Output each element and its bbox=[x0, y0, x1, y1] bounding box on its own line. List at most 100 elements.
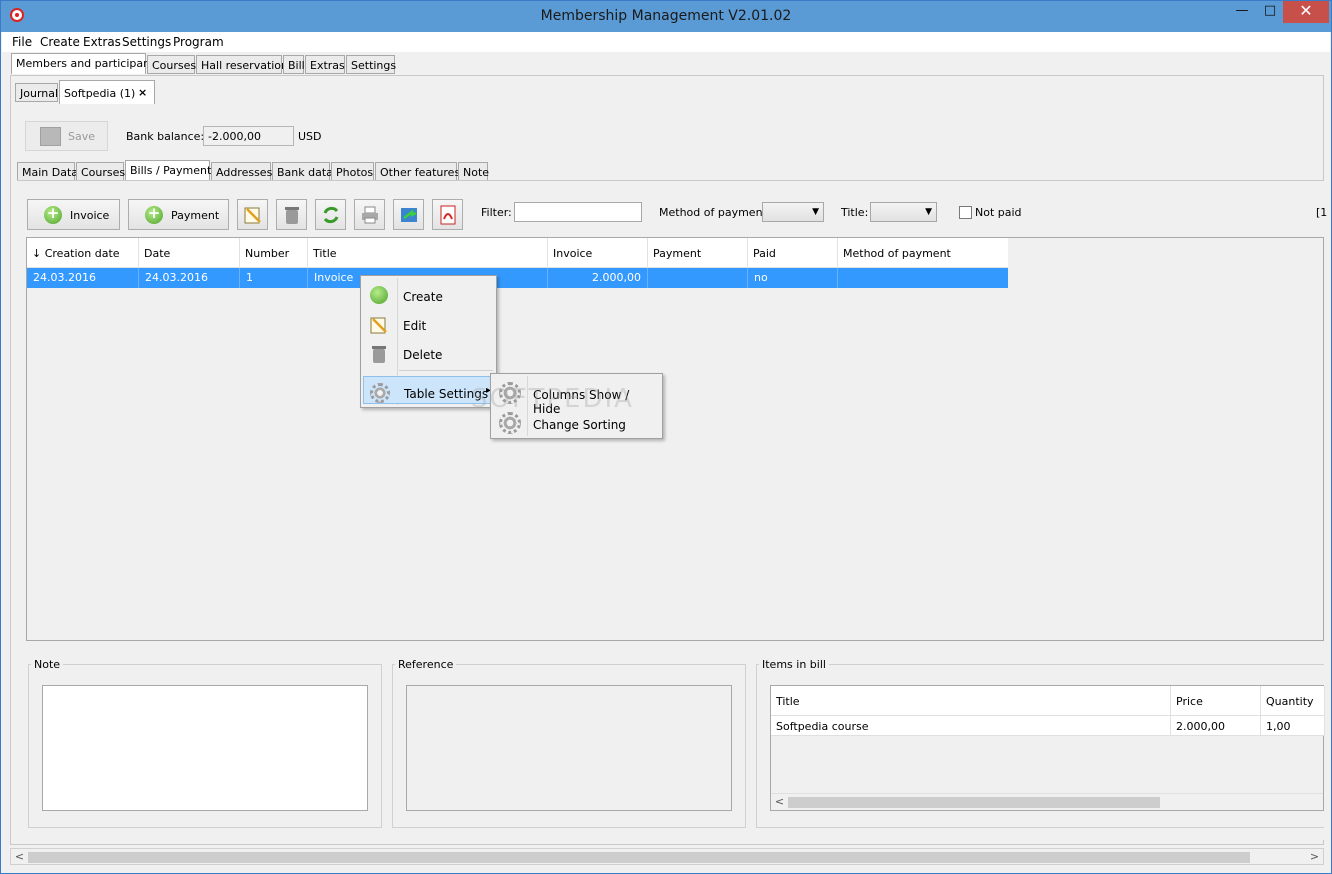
not-paid-label: Not paid bbox=[975, 206, 1022, 219]
tab-detail-courses[interactable]: Courses bbox=[76, 162, 125, 181]
refresh-button[interactable] bbox=[315, 199, 346, 230]
table-row[interactable]: 24.03.2016 24.03.2016 1 Invoice 2.000,00… bbox=[27, 268, 1008, 288]
col-number[interactable]: Number bbox=[240, 238, 308, 268]
filter-label: Filter: bbox=[481, 206, 512, 219]
items-cell-quantity[interactable]: 1,00 bbox=[1261, 716, 1325, 736]
trash-icon bbox=[285, 207, 299, 224]
col-payment[interactable]: Payment bbox=[648, 238, 748, 268]
invoice-button[interactable]: Invoice bbox=[27, 199, 120, 230]
scroll-left-icon[interactable]: < bbox=[11, 849, 28, 866]
items-col-quantity[interactable]: Quantity bbox=[1261, 686, 1325, 716]
maximize-button[interactable]: □ bbox=[1255, 1, 1285, 23]
menu-item-sorting-label: Change Sorting bbox=[533, 418, 626, 432]
floppy-disk-icon bbox=[40, 127, 61, 146]
chevron-down-icon: ▼ bbox=[812, 207, 819, 217]
save-button[interactable]: Save bbox=[25, 121, 108, 151]
note-textarea[interactable] bbox=[42, 685, 368, 811]
title-select[interactable]: ▼ bbox=[870, 202, 937, 222]
close-button[interactable]: ✕ bbox=[1283, 1, 1329, 23]
menu-file[interactable]: File bbox=[12, 35, 32, 49]
menu-settings[interactable]: Settings bbox=[122, 35, 171, 49]
menu-item-delete-label: Delete bbox=[403, 348, 443, 362]
method-of-payment-select[interactable]: ▼ bbox=[762, 202, 824, 222]
reference-label: Reference bbox=[395, 658, 457, 671]
overflow-indicator: [1 bbox=[1316, 206, 1328, 219]
menu-item-edit-label: Edit bbox=[403, 319, 427, 333]
col-title[interactable]: Title bbox=[308, 238, 548, 268]
delete-button[interactable] bbox=[276, 199, 307, 230]
cell-payment bbox=[648, 268, 748, 288]
currency-label: USD bbox=[298, 130, 322, 143]
menu-extras[interactable]: Extras bbox=[83, 35, 121, 49]
items-in-bill-label: Items in bill bbox=[759, 658, 829, 671]
menu-create[interactable]: Create bbox=[40, 35, 80, 49]
minimize-button[interactable]: — bbox=[1227, 1, 1257, 23]
pdf-button[interactable] bbox=[432, 199, 463, 230]
chevron-down-icon: ▼ bbox=[925, 207, 932, 217]
tab-extras[interactable]: Extras bbox=[305, 55, 345, 74]
gear-icon bbox=[499, 412, 521, 434]
tab-photos[interactable]: Photos bbox=[331, 162, 374, 181]
printer-icon bbox=[362, 206, 378, 224]
items-col-title[interactable]: Title bbox=[771, 686, 1171, 716]
tab-courses[interactable]: Courses bbox=[147, 55, 196, 74]
items-col-price[interactable]: Price bbox=[1171, 686, 1261, 716]
tab-settings[interactable]: Settings bbox=[346, 55, 396, 74]
main-horizontal-scrollbar[interactable]: < > bbox=[10, 848, 1324, 865]
menu-program[interactable]: Program bbox=[173, 35, 224, 49]
tab-members[interactable]: Members and participants bbox=[11, 53, 160, 74]
col-creation-date[interactable]: ↓ Creation date bbox=[27, 238, 139, 268]
close-tab-icon[interactable]: × bbox=[138, 86, 147, 99]
tab-addresses[interactable]: Addresses bbox=[211, 162, 272, 181]
print-button[interactable] bbox=[354, 199, 385, 230]
payment-button[interactable]: Payment bbox=[128, 199, 229, 230]
export-button[interactable] bbox=[393, 199, 424, 230]
title-bar: Membership Management V2.01.02 — □ ✕ bbox=[1, 1, 1331, 32]
filter-input[interactable] bbox=[514, 202, 642, 222]
table-header: ↓ Creation date Date Number Title Invoic… bbox=[27, 238, 1008, 268]
tab-softpedia-label: Softpedia (1) bbox=[64, 87, 136, 100]
scroll-right-icon[interactable]: > bbox=[1306, 849, 1323, 866]
reference-textarea bbox=[406, 685, 732, 811]
menu-item-edit[interactable]: Edit bbox=[363, 309, 494, 337]
tab-other-features[interactable]: Other features bbox=[375, 162, 460, 181]
scroll-thumb[interactable] bbox=[28, 852, 1250, 863]
bank-balance-label: Bank balance: bbox=[126, 130, 205, 143]
refresh-icon bbox=[323, 206, 339, 224]
items-cell-price[interactable]: 2.000,00 bbox=[1171, 716, 1261, 736]
edit-button[interactable] bbox=[237, 199, 268, 230]
col-method-of-payment[interactable]: Method of payment bbox=[838, 238, 1008, 268]
items-horizontal-scrollbar[interactable]: < bbox=[771, 793, 1323, 810]
edit-icon bbox=[370, 317, 387, 334]
cell-creation-date: 24.03.2016 bbox=[27, 268, 139, 288]
tab-main-data[interactable]: Main Data bbox=[17, 162, 78, 181]
menu-item-create[interactable]: Create bbox=[363, 280, 494, 308]
cell-date: 24.03.2016 bbox=[139, 268, 240, 288]
trash-icon bbox=[372, 346, 386, 363]
scroll-thumb[interactable] bbox=[788, 797, 1160, 808]
softpedia-watermark: SOFTPEDIA bbox=[471, 384, 634, 414]
gear-icon bbox=[370, 383, 390, 403]
tab-bills-payments[interactable]: Bills / Payments bbox=[125, 160, 217, 182]
tab-hall-reservation[interactable]: Hall reservation bbox=[196, 55, 288, 74]
app-window: Membership Management V2.01.02 — □ ✕ Fil… bbox=[0, 0, 1332, 874]
pdf-icon bbox=[440, 205, 456, 225]
menu-item-delete[interactable]: Delete bbox=[363, 338, 494, 366]
col-paid[interactable]: Paid bbox=[748, 238, 838, 268]
title-filter-label: Title: bbox=[841, 206, 869, 219]
col-date[interactable]: Date bbox=[139, 238, 240, 268]
cell-paid: no bbox=[748, 268, 838, 288]
cell-invoice: 2.000,00 bbox=[548, 268, 648, 288]
scroll-left-icon[interactable]: < bbox=[771, 794, 788, 811]
not-paid-checkbox[interactable] bbox=[959, 206, 972, 219]
items-cell-title[interactable]: Softpedia course bbox=[771, 716, 1171, 736]
col-invoice[interactable]: Invoice bbox=[548, 238, 648, 268]
export-icon bbox=[401, 208, 417, 222]
tab-bank-data[interactable]: Bank data bbox=[272, 162, 333, 181]
tab-softpedia[interactable]: Softpedia (1) × bbox=[59, 80, 155, 104]
tab-bill[interactable]: Bill bbox=[283, 55, 305, 74]
tab-journal[interactable]: Journal bbox=[15, 83, 58, 102]
tab-note[interactable]: Note bbox=[458, 162, 489, 181]
menu-separator bbox=[399, 370, 493, 371]
add-icon bbox=[44, 204, 62, 224]
